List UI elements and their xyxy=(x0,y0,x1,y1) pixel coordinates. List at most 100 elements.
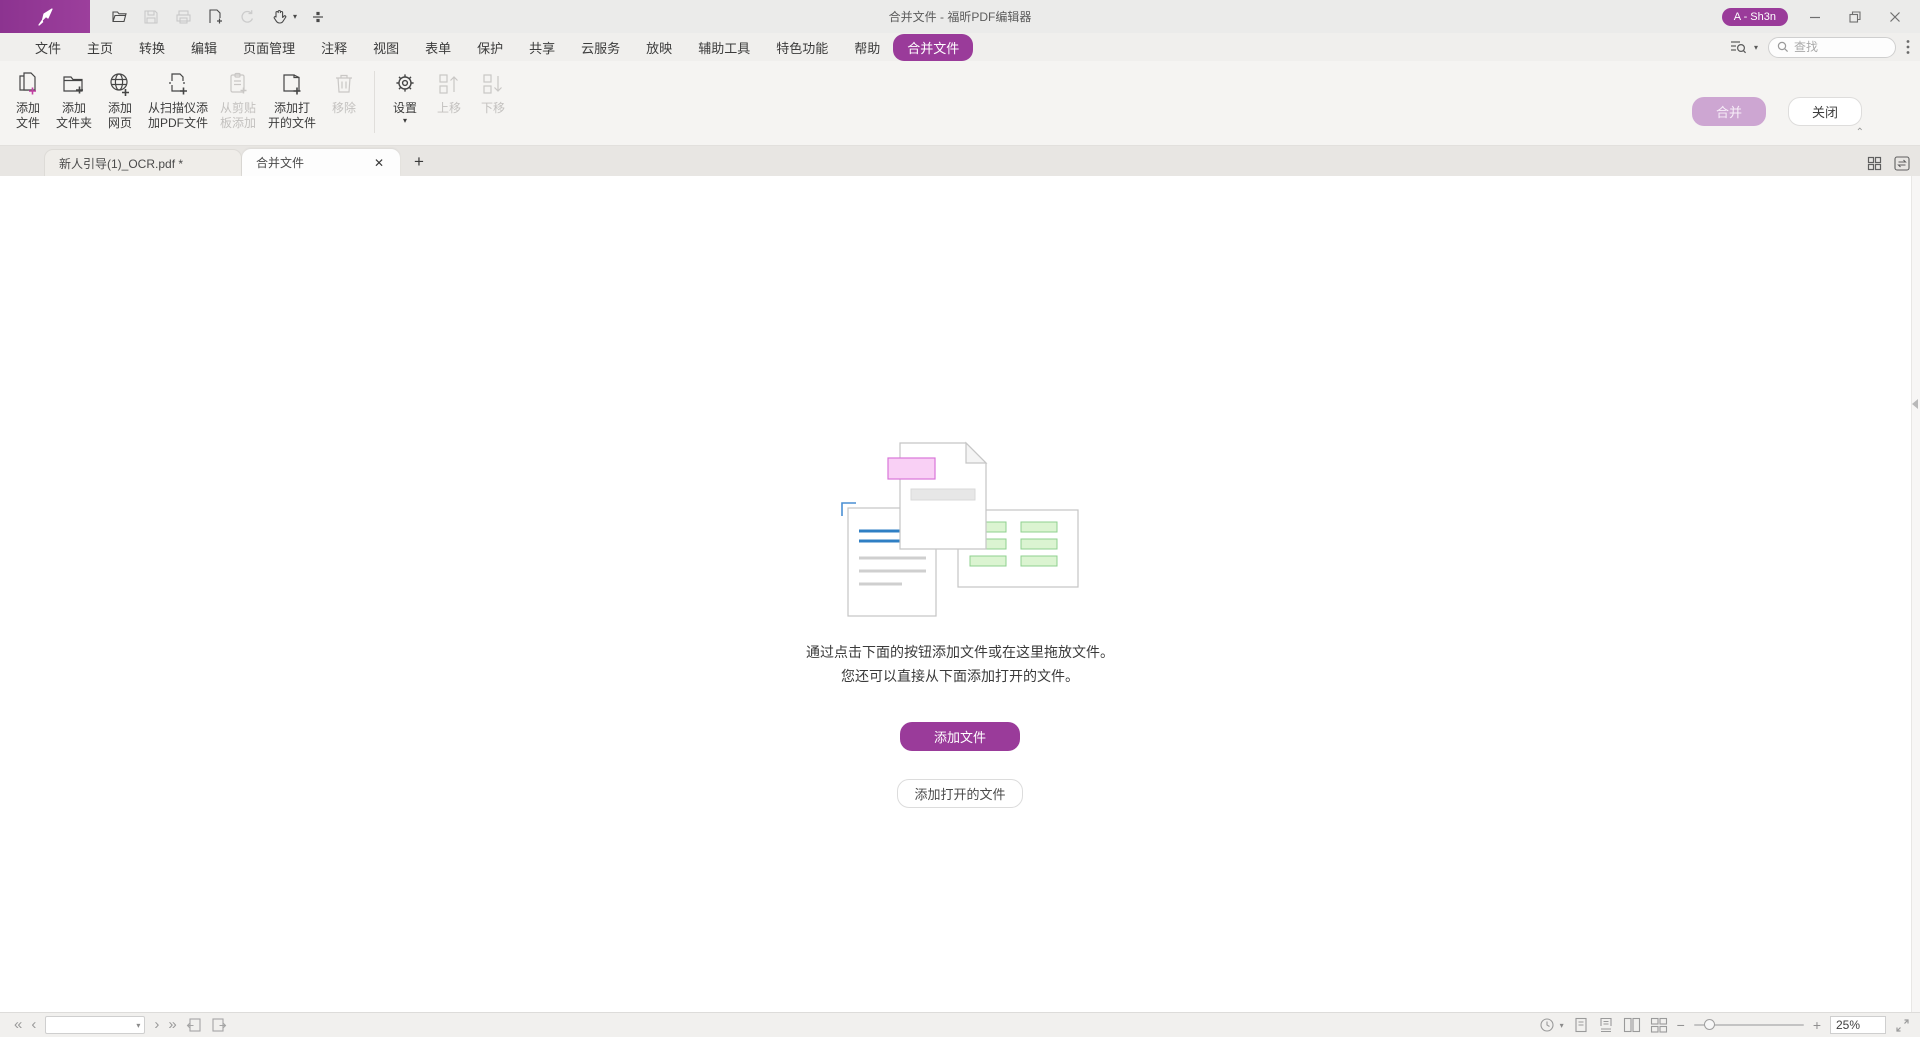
move-up-label: 上移 xyxy=(437,101,461,116)
panel-arrow-icon xyxy=(1912,399,1918,409)
facing-view-icon[interactable] xyxy=(1623,1017,1641,1033)
add-open-files-button[interactable]: 添加打 开的文件 xyxy=(262,67,322,134)
add-from-scanner-button[interactable]: 从扫描仪添 加PDF文件 xyxy=(142,67,214,134)
menu-item-merge-files[interactable]: 合并文件 xyxy=(893,34,973,61)
menu-item-share[interactable]: 共享 xyxy=(516,35,568,60)
add-folder-label: 添加 文件夹 xyxy=(56,101,92,131)
menu-item-accessibility-tools[interactable]: 辅助工具 xyxy=(685,35,763,60)
merge-button: 合并 xyxy=(1692,97,1766,126)
add-webpage-button[interactable]: 添加 网页 xyxy=(98,67,142,134)
previous-page-icon[interactable]: ‹ xyxy=(31,1018,36,1032)
menu-item-form[interactable]: 表单 xyxy=(412,35,464,60)
tab-merge-files[interactable]: 合并文件 ✕ xyxy=(242,149,400,176)
restore-window-icon[interactable] xyxy=(1842,7,1868,27)
add-folder-button[interactable]: 添加 文件夹 xyxy=(50,67,98,134)
customize-toolbar-icon[interactable] xyxy=(307,6,329,28)
page-number-box[interactable]: ▾ xyxy=(45,1016,145,1034)
search-filter-dropdown-icon[interactable]: ▾ xyxy=(1754,43,1758,52)
search-input[interactable] xyxy=(1794,40,1884,54)
remove-label: 移除 xyxy=(332,101,356,116)
hand-tool-dropdown-icon[interactable]: ▾ xyxy=(293,12,297,21)
tab-merge-files-label: 合并文件 xyxy=(256,154,304,171)
tab-close-icon[interactable]: ✕ xyxy=(372,156,386,170)
search-box[interactable] xyxy=(1768,37,1896,58)
add-from-clipboard-icon xyxy=(225,70,251,98)
minimize-icon[interactable] xyxy=(1802,7,1828,27)
auto-scroll-clock-icon[interactable] xyxy=(1539,1017,1555,1033)
continuous-view-icon[interactable] xyxy=(1598,1017,1614,1033)
menu-bar: 文件 主页 转换 编辑 页面管理 注释 视图 表单 保护 共享 云服务 放映 辅… xyxy=(0,33,1920,61)
collapse-ribbon-icon[interactable]: ⌃ xyxy=(1856,128,1864,138)
documents-illustration xyxy=(840,440,1080,618)
previous-view-icon[interactable] xyxy=(186,1017,202,1033)
menu-item-convert[interactable]: 转换 xyxy=(126,35,178,60)
auto-scroll-dropdown-icon[interactable]: ▾ xyxy=(1560,1021,1564,1030)
add-files-button[interactable]: 添加 文件 xyxy=(6,67,50,134)
page-number-input[interactable] xyxy=(46,1019,126,1031)
hint-line-2: 您还可以直接从下面添加打开的文件。 xyxy=(806,664,1114,688)
more-options-icon[interactable] xyxy=(1906,39,1910,55)
menu-item-edit[interactable]: 编辑 xyxy=(178,35,230,60)
new-tab-icon[interactable]: + xyxy=(414,152,424,172)
menu-item-home[interactable]: 主页 xyxy=(74,35,126,60)
last-page-icon[interactable]: » xyxy=(168,1018,176,1032)
zoom-in-icon[interactable]: + xyxy=(1813,1017,1821,1033)
new-file-icon[interactable] xyxy=(204,6,226,28)
next-page-icon[interactable]: › xyxy=(154,1018,159,1032)
add-webpage-icon xyxy=(107,70,133,98)
single-page-view-icon[interactable] xyxy=(1573,1017,1589,1033)
menu-item-help[interactable]: 帮助 xyxy=(841,35,893,60)
move-down-label: 下移 xyxy=(481,101,505,116)
right-panel-strip xyxy=(1911,176,1920,1012)
add-open-files-icon xyxy=(279,70,305,98)
right-panel-collapse-handle[interactable] xyxy=(1911,392,1919,416)
menu-item-protect[interactable]: 保护 xyxy=(464,35,516,60)
settings-button[interactable]: 设置 ▾ xyxy=(383,67,427,127)
menu-item-file[interactable]: 文件 xyxy=(22,35,74,60)
print-icon xyxy=(172,6,194,28)
search-filter-icon[interactable] xyxy=(1730,39,1750,55)
ribbon-separator xyxy=(374,71,375,133)
remove-trash-icon xyxy=(331,70,357,98)
remove-button: 移除 xyxy=(322,67,366,119)
hand-tool-icon[interactable] xyxy=(268,6,290,28)
close-merge-button[interactable]: 关闭 xyxy=(1788,97,1862,126)
menu-item-special-features[interactable]: 特色功能 xyxy=(763,35,841,60)
move-down-button: 下移 xyxy=(471,67,515,119)
page-box-dropdown-icon[interactable]: ▾ xyxy=(136,1021,144,1030)
add-open-files-secondary-button[interactable]: 添加打开的文件 xyxy=(897,779,1022,808)
search-icon xyxy=(1777,41,1789,53)
app-logo[interactable] xyxy=(0,0,90,33)
add-from-clipboard-label: 从剪贴 板添加 xyxy=(220,101,256,131)
zoom-slider[interactable] xyxy=(1694,1024,1804,1026)
menu-item-slideshow[interactable]: 放映 xyxy=(633,35,685,60)
zoom-percent-box[interactable]: 25% xyxy=(1830,1016,1886,1034)
menu-item-comment[interactable]: 注释 xyxy=(308,35,360,60)
add-files-primary-button[interactable]: 添加文件 xyxy=(900,722,1020,751)
tab-grid-view-icon[interactable] xyxy=(1867,156,1882,171)
ribbon-toolbar: 添加 文件 添加 文件夹 添加 网页 从扫描仪添 加PDF文件 xyxy=(0,61,1920,146)
add-files-label: 添加 文件 xyxy=(16,101,40,131)
add-from-scanner-label: 从扫描仪添 加PDF文件 xyxy=(148,101,208,131)
document-tab-bar: 新人引导(1)_OCR.pdf * 合并文件 ✕ + xyxy=(0,146,1920,176)
close-window-icon[interactable] xyxy=(1882,7,1908,27)
zoom-out-icon[interactable]: − xyxy=(1677,1017,1685,1033)
facing-continuous-view-icon[interactable] xyxy=(1650,1017,1668,1033)
add-open-files-label: 添加打 开的文件 xyxy=(268,101,316,131)
foxit-quill-icon xyxy=(34,6,56,28)
menu-item-organize[interactable]: 页面管理 xyxy=(230,35,308,60)
add-files-icon xyxy=(15,70,41,98)
tab-document[interactable]: 新人引导(1)_OCR.pdf * xyxy=(44,149,242,176)
hint-line-1: 通过点击下面的按钮添加文件或在这里拖放文件。 xyxy=(806,640,1114,664)
settings-label: 设置 xyxy=(393,101,417,116)
tab-switch-icon[interactable] xyxy=(1894,156,1910,171)
open-file-icon[interactable] xyxy=(108,6,130,28)
zoom-slider-thumb[interactable] xyxy=(1704,1019,1715,1030)
first-page-icon[interactable]: « xyxy=(14,1018,22,1032)
menu-item-view[interactable]: 视图 xyxy=(360,35,412,60)
next-view-icon[interactable] xyxy=(211,1017,227,1033)
menu-item-cloud-service[interactable]: 云服务 xyxy=(568,35,633,60)
user-account-badge[interactable]: A - Sh3n xyxy=(1722,8,1788,26)
fullscreen-icon[interactable] xyxy=(1895,1018,1910,1033)
redo-icon xyxy=(236,6,258,28)
